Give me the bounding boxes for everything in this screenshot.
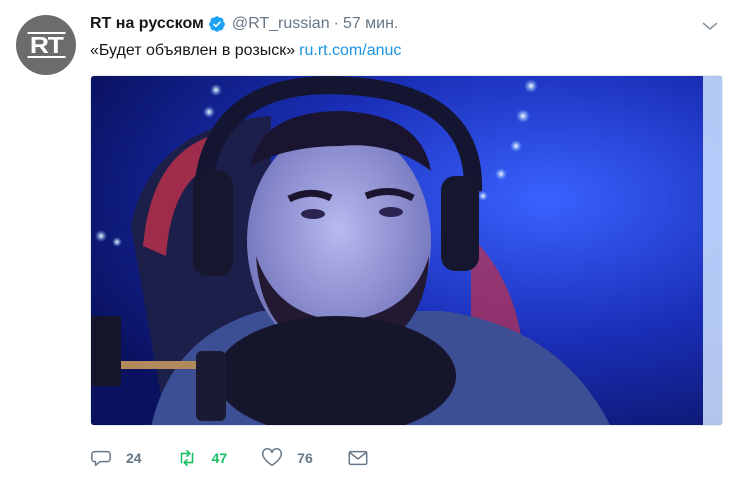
tweet-link[interactable]: ru.rt.com/anuc — [299, 42, 401, 59]
display-name[interactable]: RT на русском — [90, 15, 204, 33]
tweet-text: «Будет объявлен в розыск» ru.rt.com/anuc — [90, 40, 401, 62]
reply-count: 24 — [126, 450, 142, 466]
avatar[interactable]: RT — [16, 15, 76, 75]
heart-icon — [262, 448, 283, 467]
retweet-count: 47 — [211, 450, 228, 466]
photo-illustration — [91, 76, 722, 425]
reply-icon — [91, 450, 111, 467]
tweet-body: «Будет объявлен в розыск» — [90, 42, 296, 59]
like-count: 76 — [297, 450, 313, 466]
retweet-button[interactable]: 47 — [176, 447, 228, 469]
avatar-logo-text: RT — [27, 32, 65, 58]
tweet-actions: 24 47 76 — [90, 445, 403, 471]
verified-icon — [208, 15, 226, 33]
timestamp[interactable]: 57 мин. — [343, 15, 398, 33]
tweet-header: RT на русском @RT_russian · 57 мин. — [90, 13, 398, 35]
chevron-down-icon[interactable] — [700, 16, 720, 36]
retweet-icon — [180, 449, 193, 467]
handle[interactable]: @RT_russian — [232, 15, 330, 33]
separator-dot: · — [333, 15, 339, 32]
tweet-media-image[interactable] — [90, 75, 723, 426]
reply-button[interactable]: 24 — [90, 447, 142, 469]
envelope-icon — [348, 450, 368, 466]
like-button[interactable]: 76 — [261, 447, 313, 469]
direct-message-button[interactable] — [347, 447, 369, 469]
